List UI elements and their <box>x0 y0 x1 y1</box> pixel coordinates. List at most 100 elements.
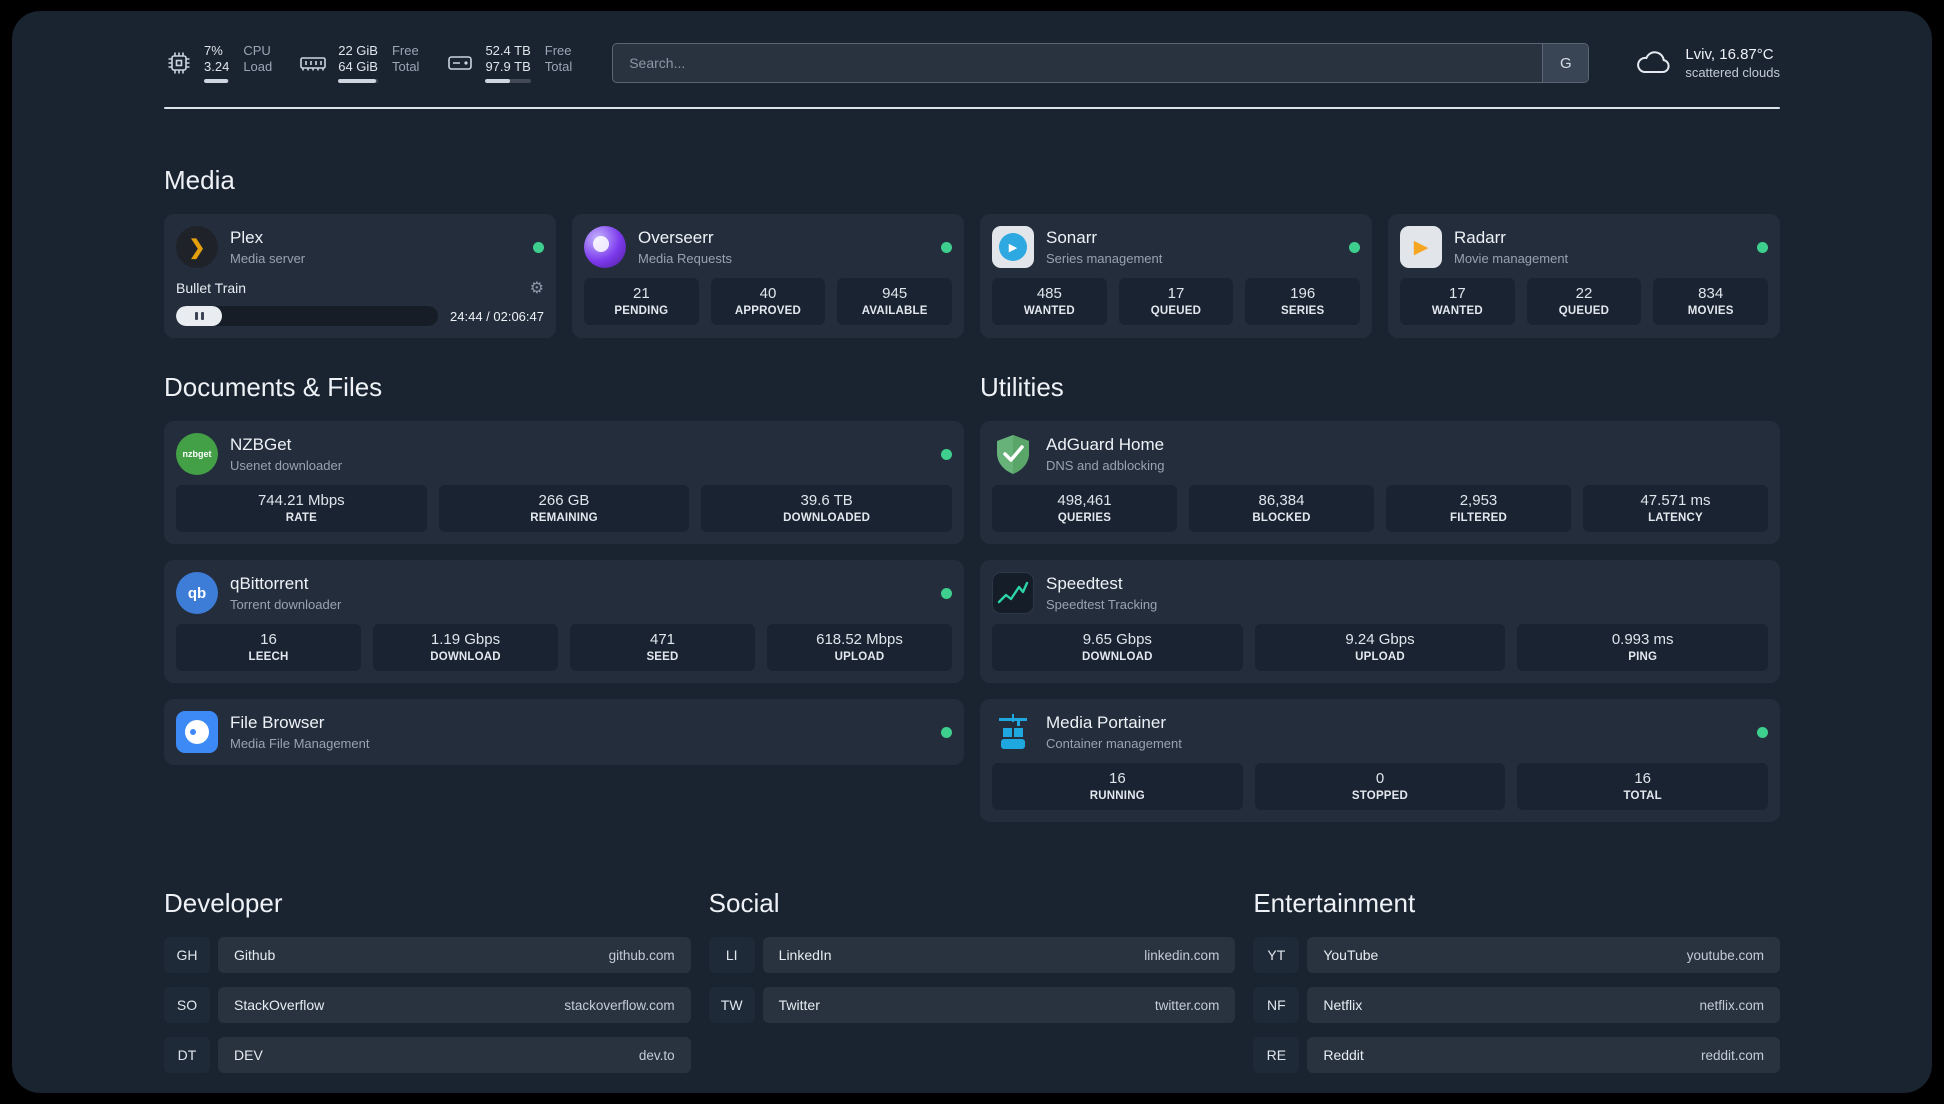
stat-label: RATE <box>285 512 317 524</box>
search-input[interactable] <box>613 44 1543 82</box>
bookmark-youtube[interactable]: YT YouTube youtube.com <box>1253 937 1780 973</box>
bookmark-twitter[interactable]: TW Twitter twitter.com <box>708 987 1236 1023</box>
ram-progress-bar <box>338 79 378 83</box>
app-card-adguard[interactable]: AdGuard Home DNS and adblocking 498,461 … <box>980 421 1780 544</box>
bookmark-name: DEV <box>234 1047 263 1063</box>
search-provider-button[interactable]: G <box>1542 44 1589 82</box>
stat-tile: 16 LEECH <box>176 624 361 671</box>
app-description: Container management <box>1046 735 1182 751</box>
plex-icon: ❯ <box>176 226 218 268</box>
status-dot <box>1349 241 1360 253</box>
bookmark-dev[interactable]: DT DEV dev.to <box>164 1037 691 1073</box>
bookmark-name: StackOverflow <box>234 997 325 1013</box>
app-card-sonarr[interactable]: ▶ Sonarr Series management 485 WANTED 17… <box>980 214 1372 338</box>
speedtest-icon <box>992 572 1034 614</box>
ram-icon <box>298 48 328 78</box>
card-header: ▶ Sonarr Series management <box>992 226 1360 268</box>
stat-tile: 2,953 FILTERED <box>1386 485 1571 532</box>
status-dot <box>941 448 952 460</box>
ram-total-value: 64 GiB <box>338 59 378 74</box>
card-header: qb qBittorrent Torrent downloader <box>176 572 952 614</box>
bookmark-netflix[interactable]: NF Netflix netflix.com <box>1253 987 1780 1023</box>
stat-value: 16 <box>1108 770 1126 787</box>
bookmark-url: reddit.com <box>1700 1047 1764 1063</box>
stat-label: WANTED <box>1431 305 1483 317</box>
bookmark-name: Twitter <box>778 997 820 1013</box>
section-title-documents: Documents & Files <box>164 372 383 402</box>
app-description: Torrent downloader <box>230 596 342 612</box>
app-card-qbittorrent[interactable]: qb qBittorrent Torrent downloader 16 LEE… <box>164 560 964 683</box>
app-card-overseerr[interactable]: Overseerr Media Requests 21 PENDING 40 A… <box>572 214 964 338</box>
section-title-social: Social <box>708 888 780 918</box>
stat-value: 0.993 ms <box>1611 631 1674 648</box>
stat-label: APPROVED <box>734 305 802 317</box>
card-header: Speedtest Speedtest Tracking <box>992 572 1768 614</box>
utilities-column: Utilities AdGuard Home DNS and adblockin… <box>980 372 1780 822</box>
stat-value: 266 GB <box>538 492 590 509</box>
card-info: Sonarr Series management <box>1046 227 1162 267</box>
stat-tile: 16 RUNNING <box>992 763 1243 810</box>
stat-tile: 1.19 Gbps DOWNLOAD <box>373 624 558 671</box>
status-dot <box>941 241 952 253</box>
app-card-filebrowser[interactable]: File Browser Media File Management <box>164 699 964 765</box>
stat-label: REMAINING <box>530 512 598 524</box>
weather-widget[interactable]: Lviv, 16.87°C scattered clouds <box>1633 46 1780 80</box>
weather-location: Lviv, 16.87°C <box>1685 46 1774 63</box>
stat-label: UPLOAD <box>1355 651 1405 663</box>
card-info: NZBGet Usenet downloader <box>230 434 342 474</box>
card-header: ❯ Plex Media server <box>176 226 544 268</box>
card-info: Plex Media server <box>230 227 305 267</box>
stat-value: 9.65 Gbps <box>1082 631 1152 648</box>
stat-tile: 39.6 TB DOWNLOADED <box>701 485 952 532</box>
stat-tile: 9.24 Gbps UPLOAD <box>1254 624 1506 671</box>
stat-tile: 22 QUEUED <box>1526 278 1642 325</box>
app-card-portainer[interactable]: Media Portainer Container management 16 … <box>980 699 1780 822</box>
app-card-plex[interactable]: ❯ Plex Media server Bullet Train ⚙ 24:44… <box>164 214 556 338</box>
bookmark-reddit[interactable]: RE Reddit reddit.com <box>1253 1037 1780 1073</box>
status-dot <box>533 241 544 253</box>
card-info: File Browser Media File Management <box>230 712 369 752</box>
stat-tile: 498,461 QUERIES <box>992 485 1177 532</box>
stat-value: 16 <box>260 631 277 648</box>
qbittorrent-icon: qb <box>176 572 218 614</box>
stat-tile: 86,384 BLOCKED <box>1189 485 1374 532</box>
app-card-radarr[interactable]: ▶ Radarr Movie management 17 WANTED 22 Q… <box>1388 214 1780 338</box>
stat-tile: 16 TOTAL <box>1517 763 1768 810</box>
pause-button[interactable] <box>176 306 222 326</box>
section-title-developer: Developer <box>164 888 283 918</box>
stat-tile: 266 GB REMAINING <box>438 485 690 532</box>
filebrowser-icon <box>176 711 218 753</box>
stat-value: 47.571 ms <box>1640 492 1711 509</box>
app-card-speedtest[interactable]: Speedtest Speedtest Tracking 9.65 Gbps D… <box>980 560 1780 683</box>
app-card-nzbget[interactable]: nzbget NZBGet Usenet downloader 744.21 M… <box>164 421 964 544</box>
disk-monitor: 52.4 TB Free 97.9 TB Total <box>445 43 572 83</box>
stats-row: 16 LEECH 1.19 Gbps DOWNLOAD 471 SEED 618… <box>176 624 952 671</box>
bookmark-stackoverflow[interactable]: SO StackOverflow stackoverflow.com <box>164 987 691 1023</box>
stat-value: 17 <box>1448 285 1466 302</box>
stat-value: 744.21 Mbps <box>257 492 345 509</box>
weather-text: Lviv, 16.87°C scattered clouds <box>1685 46 1780 80</box>
card-info: Overseerr Media Requests <box>638 227 732 267</box>
bookmark-abbr: SO <box>164 987 210 1023</box>
stat-value: 22 <box>1575 285 1593 302</box>
playback-track[interactable] <box>176 306 439 326</box>
stat-value: 471 <box>649 631 676 648</box>
app-name: Speedtest <box>1046 574 1123 594</box>
stat-label: DOWNLOAD <box>1082 651 1153 663</box>
settings-icon[interactable]: ⚙ <box>530 278 544 298</box>
stat-value: 2,953 <box>1459 492 1498 509</box>
stat-label: SEED <box>646 651 679 663</box>
stat-tile: 21 PENDING <box>584 278 699 325</box>
cpu-load-value: 3.24 <box>204 59 230 74</box>
disk-icon <box>445 48 475 78</box>
bookmark-github[interactable]: GH Github github.com <box>164 937 691 973</box>
stat-value: 834 <box>1698 285 1724 302</box>
stat-label: LATENCY <box>1648 512 1703 524</box>
bookmark-name: Reddit <box>1323 1047 1364 1063</box>
cpu-label-top: CPU <box>243 43 271 58</box>
cpu-readout: 7% CPU 3.24 Load <box>204 43 272 83</box>
app-description: Media Requests <box>638 250 732 266</box>
stat-label: QUEUED <box>1558 305 1610 317</box>
bookmark-linkedin[interactable]: LI LinkedIn linkedin.com <box>708 937 1236 973</box>
cpu-label-bottom: Load <box>243 59 273 74</box>
